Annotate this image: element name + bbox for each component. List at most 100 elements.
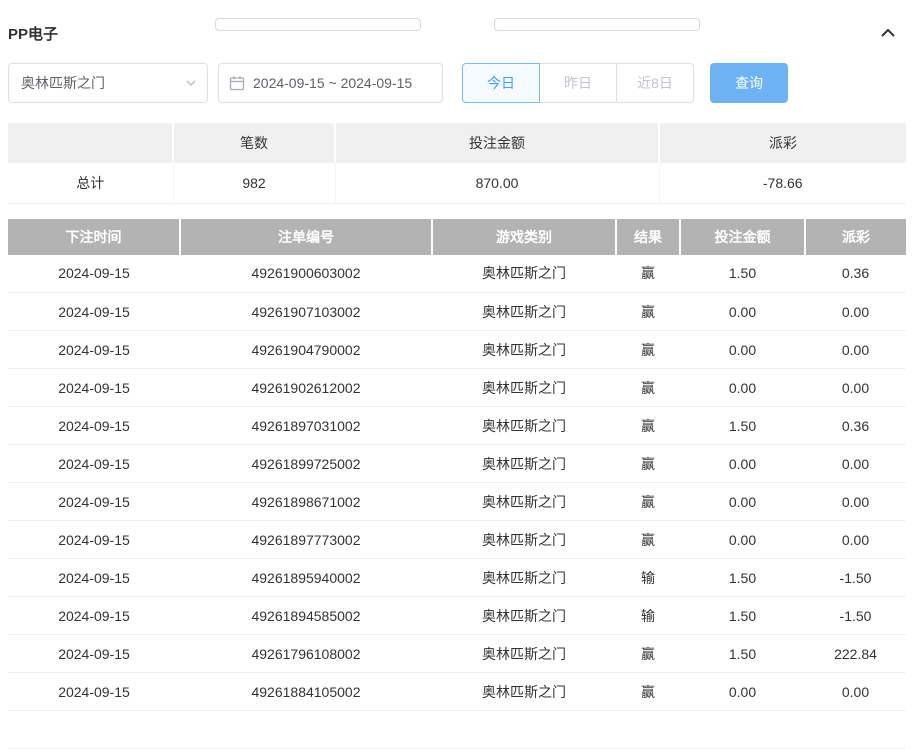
table-row: 2024-09-1549261904790002奥林匹斯之门赢0.000.00 (8, 331, 906, 369)
col-header-game-type: 游戏类别 (432, 219, 616, 255)
table-cell: 赢 (616, 673, 680, 711)
table-cell: 2024-09-15 (8, 635, 180, 673)
table-cell: 奥林匹斯之门 (432, 331, 616, 369)
table-cell: 49261904790002 (180, 331, 432, 369)
summary-table: 笔数 投注金额 派彩 总计 982 870.00 -78.66 (8, 123, 906, 204)
quick-btn-today[interactable]: 今日 (462, 63, 540, 103)
table-cell: 49261895940002 (180, 559, 432, 597)
table-cell: 0.00 (680, 521, 805, 559)
table-cell: 奥林匹斯之门 (432, 483, 616, 521)
quick-btn-last8days[interactable]: 近8日 (616, 63, 694, 103)
summary-header-blank (8, 123, 173, 163)
table-row: 2024-09-1549261907103002奥林匹斯之门赢0.000.00 (8, 293, 906, 331)
table-cell: 赢 (616, 483, 680, 521)
quick-range-group: 今日 昨日 近8日 (462, 63, 694, 103)
game-select[interactable]: 奥林匹斯之门 (8, 63, 208, 103)
table-row: 2024-09-1549261884105002奥林匹斯之门赢0.000.00 (8, 673, 906, 711)
table-cell: 1.50 (680, 407, 805, 445)
summary-total-row: 总计 982 870.00 -78.66 (8, 163, 906, 203)
table-cell: 49261899725002 (180, 445, 432, 483)
summary-header-bet-amount: 投注金额 (335, 123, 659, 163)
table-cell: 奥林匹斯之门 (432, 673, 616, 711)
table-cell: 49261884105002 (180, 673, 432, 711)
table-cell: 1.50 (680, 635, 805, 673)
partial-input-top-left[interactable] (215, 18, 421, 31)
table-cell: 0.00 (805, 331, 906, 369)
table-cell: 0.36 (805, 407, 906, 445)
table-cell: 2024-09-15 (8, 521, 180, 559)
bet-table-body: 2024-09-1549261900603002奥林匹斯之门赢1.500.362… (8, 255, 906, 749)
table-cell: 输 (616, 559, 680, 597)
table-cell: 222.84 (805, 635, 906, 673)
search-button[interactable]: 查询 (710, 63, 788, 103)
table-cell: 2024-09-15 (8, 445, 180, 483)
table-cell: 奥林匹斯之门 (432, 559, 616, 597)
summary-total-payout: -78.66 (659, 163, 906, 203)
table-cell: 赢 (616, 445, 680, 483)
table-cell: 2024-09-15 (8, 255, 180, 293)
filter-bar: 奥林匹斯之门 2024-09-15 ~ 2024-09-15 今日 昨日 近8日… (8, 63, 906, 103)
table-cell (432, 711, 616, 749)
table-cell: 2024-09-15 (8, 673, 180, 711)
table-cell: 0.36 (805, 255, 906, 293)
date-range-input[interactable]: 2024-09-15 ~ 2024-09-15 (218, 63, 443, 103)
table-cell: 0.00 (680, 369, 805, 407)
table-cell: 2024-09-15 (8, 483, 180, 521)
table-cell: 49261898671002 (180, 483, 432, 521)
section-title: PP电子 (8, 23, 58, 44)
table-cell: 0.00 (680, 293, 805, 331)
table-cell: 0.00 (680, 445, 805, 483)
table-cell: 49261897031002 (180, 407, 432, 445)
table-cell: 赢 (616, 331, 680, 369)
table-row: 2024-09-1549261897773002奥林匹斯之门赢0.000.00 (8, 521, 906, 559)
chevron-up-icon (880, 25, 896, 41)
table-cell: 2024-09-15 (8, 369, 180, 407)
col-header-bet-amount: 投注金额 (680, 219, 805, 255)
table-row: 2024-09-1549261897031002奥林匹斯之门赢1.500.36 (8, 407, 906, 445)
section-header: PP电子 (8, 24, 906, 42)
table-cell: 赢 (616, 369, 680, 407)
table-cell: 0.00 (805, 445, 906, 483)
table-cell: 奥林匹斯之门 (432, 407, 616, 445)
collapse-button[interactable] (880, 25, 896, 41)
col-header-result: 结果 (616, 219, 680, 255)
table-cell: 赢 (616, 293, 680, 331)
game-select-value: 奥林匹斯之门 (21, 73, 105, 93)
table-cell: 1.50 (680, 559, 805, 597)
table-cell: 1.50 (680, 597, 805, 635)
table-cell: 49261796108002 (180, 635, 432, 673)
table-cell: 49261902612002 (180, 369, 432, 407)
partial-input-top-right[interactable] (494, 18, 700, 31)
table-cell: 49261900603002 (180, 255, 432, 293)
table-row-partial (8, 711, 906, 749)
table-cell: 2024-09-15 (8, 559, 180, 597)
table-cell (805, 711, 906, 749)
quick-btn-yesterday[interactable]: 昨日 (539, 63, 617, 103)
table-cell: 奥林匹斯之门 (432, 255, 616, 293)
table-cell: 输 (616, 597, 680, 635)
table-cell: 奥林匹斯之门 (432, 445, 616, 483)
date-range-value: 2024-09-15 ~ 2024-09-15 (253, 75, 412, 91)
table-cell: 0.00 (680, 331, 805, 369)
table-cell: 奥林匹斯之门 (432, 369, 616, 407)
table-cell: -1.50 (805, 597, 906, 635)
summary-total-bet-amount: 870.00 (335, 163, 659, 203)
table-cell: 0.00 (805, 521, 906, 559)
summary-total-label: 总计 (8, 163, 173, 203)
table-cell: 奥林匹斯之门 (432, 597, 616, 635)
summary-header-payout: 派彩 (659, 123, 906, 163)
table-cell: -1.50 (805, 559, 906, 597)
col-header-bet-id: 注单编号 (180, 219, 432, 255)
table-cell (680, 711, 805, 749)
table-cell: 0.00 (805, 369, 906, 407)
col-header-payout: 派彩 (805, 219, 906, 255)
summary-header-count: 笔数 (173, 123, 335, 163)
table-cell: 1.50 (680, 255, 805, 293)
table-cell: 0.00 (680, 483, 805, 521)
col-header-bet-time: 下注时间 (8, 219, 180, 255)
summary-total-count: 982 (173, 163, 335, 203)
table-cell: 2024-09-15 (8, 331, 180, 369)
table-cell: 赢 (616, 407, 680, 445)
table-cell: 49261907103002 (180, 293, 432, 331)
table-cell: 2024-09-15 (8, 293, 180, 331)
